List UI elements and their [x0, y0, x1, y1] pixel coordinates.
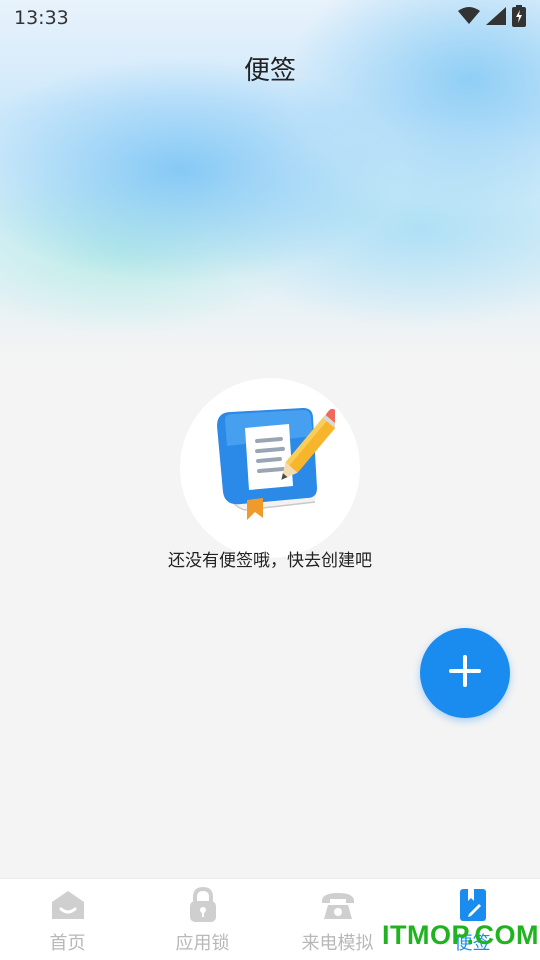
- lock-icon: [185, 887, 221, 923]
- status-time: 13:33: [14, 7, 69, 29]
- note-icon: [455, 887, 491, 923]
- wifi-icon: [458, 7, 480, 29]
- nav-item-home[interactable]: 首页: [0, 879, 135, 960]
- plus-icon: [447, 653, 483, 693]
- status-bar: 13:33: [0, 0, 540, 36]
- battery-charging-icon: [512, 5, 526, 31]
- nav-label-app-lock: 应用锁: [175, 933, 230, 954]
- nav-label-home: 首页: [49, 933, 86, 954]
- empty-illustration: [180, 378, 360, 558]
- home-icon: [50, 887, 86, 923]
- nav-item-app-lock[interactable]: 应用锁: [135, 879, 270, 960]
- signal-icon: [486, 7, 506, 29]
- empty-message: 还没有便签哦，快去创建吧: [168, 551, 372, 571]
- notebook-pencil-icon: [205, 406, 343, 530]
- add-note-button[interactable]: [420, 628, 510, 718]
- page-title: 便签: [243, 56, 296, 86]
- nav-label-call-simulation: 来电模拟: [301, 933, 374, 954]
- watermark-logo: ITMOP.COM: [382, 920, 540, 950]
- status-icons: [458, 5, 526, 31]
- phone-icon: [320, 887, 356, 923]
